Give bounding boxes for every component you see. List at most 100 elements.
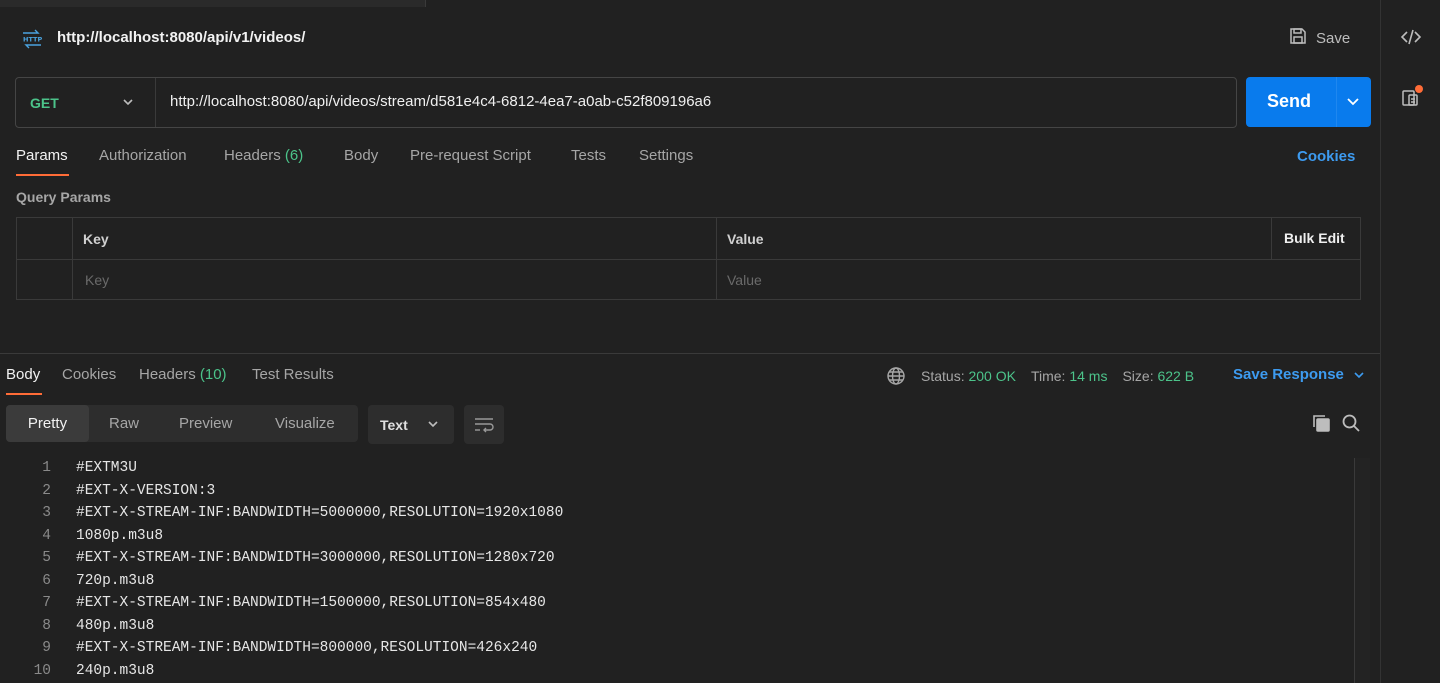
code-line: 1 #EXTM3U: [0, 460, 1350, 483]
time-value[interactable]: 14 ms: [1069, 368, 1107, 384]
tab-body[interactable]: Body: [344, 147, 378, 164]
tab-test-results[interactable]: Test Results: [252, 366, 334, 383]
line-text: 240p.m3u8: [76, 662, 155, 679]
search-icon[interactable]: [1340, 412, 1362, 434]
line-text: 1080p.m3u8: [76, 527, 164, 544]
tab-test-results-label: Test Results: [252, 366, 334, 383]
save-label: Save: [1316, 29, 1351, 47]
line-text: #EXT-X-STREAM-INF:BANDWIDTH=3000000,RESO…: [76, 550, 555, 566]
col-value-header: Value: [727, 231, 764, 247]
code-line: 6 720p.m3u8: [0, 573, 1350, 596]
url-input[interactable]: http://localhost:8080/api/videos/stream/…: [170, 93, 711, 110]
wrap-lines-button[interactable]: [464, 405, 504, 444]
view-raw[interactable]: Raw: [109, 405, 139, 442]
tab-response-body[interactable]: Body: [6, 366, 42, 395]
save-icon: [1288, 26, 1308, 50]
line-number: 5: [42, 550, 51, 566]
tab-headers-label: Headers: [224, 147, 281, 164]
line-text: #EXT-X-STREAM-INF:BANDWIDTH=5000000,RESO…: [76, 505, 564, 521]
active-tab-edge: [0, 0, 426, 7]
right-sidebar: [1380, 0, 1440, 683]
http-icon: HTTP: [20, 28, 44, 50]
chevron-down-icon: [1352, 368, 1366, 382]
code-line: 10 240p.m3u8: [0, 663, 1350, 683]
url-bar: GET http://localhost:8080/api/videos/str…: [15, 77, 1237, 128]
active-tab-indicator: [16, 174, 69, 176]
response-meta: Status: 200 OK Time: 14 ms Size: 622 B: [886, 366, 1194, 386]
request-title[interactable]: http://localhost:8080/api/v1/videos/: [57, 29, 305, 46]
tab-response-cookies-label: Cookies: [62, 366, 117, 383]
line-number: 9: [42, 640, 51, 656]
tab-authorization[interactable]: Authorization: [99, 147, 187, 164]
view-preview[interactable]: Preview: [179, 405, 232, 442]
chevron-down-icon: [426, 417, 440, 431]
table-row: Key Value: [17, 259, 1360, 300]
panel-divider[interactable]: [0, 353, 1380, 354]
copy-icon[interactable]: [1310, 412, 1332, 434]
chevron-down-icon[interactable]: [1344, 92, 1362, 114]
line-text: #EXTM3U: [76, 460, 137, 476]
code-line: 3 #EXT-X-STREAM-INF:BANDWIDTH=5000000,RES…: [0, 505, 1350, 528]
code-icon[interactable]: [1399, 25, 1423, 49]
status-label: Status:: [921, 368, 965, 384]
wrap-icon: [473, 415, 495, 435]
tab-params[interactable]: Params: [16, 147, 69, 176]
globe-icon[interactable]: [886, 366, 906, 386]
tab-headers[interactable]: Headers (6): [224, 147, 303, 164]
query-params-table: Key Value Bulk Edit Key Value: [16, 217, 1361, 300]
line-text: #EXT-X-STREAM-INF:BANDWIDTH=1500000,RESO…: [76, 595, 546, 611]
method-select[interactable]: GET: [16, 78, 156, 127]
size-value[interactable]: 622 B: [1157, 368, 1194, 384]
send-button[interactable]: Send: [1246, 77, 1371, 127]
format-select[interactable]: Text: [368, 405, 454, 444]
tab-prerequest-label: Pre-request Script: [410, 147, 531, 164]
chevron-down-icon: [121, 95, 135, 112]
save-response-label: Save Response: [1233, 366, 1344, 383]
tab-body-label: Body: [344, 147, 379, 164]
line-number: 1: [42, 460, 51, 476]
tab-tests[interactable]: Tests: [571, 147, 606, 164]
send-divider: [1336, 77, 1337, 127]
bulk-edit-button[interactable]: Bulk Edit: [1284, 230, 1345, 246]
editor-scrollbar[interactable]: [1354, 458, 1370, 683]
tab-settings[interactable]: Settings: [639, 147, 693, 164]
method-label: GET: [30, 94, 59, 111]
time-label: Time:: [1030, 368, 1066, 384]
notification-dot: [1415, 85, 1423, 93]
docs-icon[interactable]: [1399, 85, 1423, 109]
code-line: 4 1080p.m3u8: [0, 528, 1350, 551]
svg-text:HTTP: HTTP: [23, 36, 42, 44]
save-button[interactable]: Save: [1288, 26, 1350, 50]
headers-count-badge: (6): [284, 147, 304, 164]
line-text: #EXT-X-VERSION:3: [76, 482, 216, 499]
tab-authorization-label: Authorization: [99, 147, 187, 164]
active-tab-indicator: [6, 393, 42, 395]
status-value[interactable]: 200 OK: [968, 368, 1015, 384]
cookies-link[interactable]: Cookies: [1297, 148, 1355, 165]
response-view-selector: Pretty Raw Preview Visualize: [6, 405, 358, 442]
tab-response-cookies[interactable]: Cookies: [62, 366, 116, 383]
code-line: 9 #EXT-X-STREAM-INF:BANDWIDTH=800000,RESO…: [0, 640, 1350, 663]
response-body-editor[interactable]: 1 #EXTM3U 2 #EXT-X-VERSION:3 3 #EXT-X-STREA…: [0, 456, 1372, 683]
view-pretty[interactable]: Pretty: [6, 405, 89, 442]
code-line: 2 #EXT-X-VERSION:3: [0, 483, 1350, 506]
tab-response-headers[interactable]: Headers (10): [139, 366, 227, 383]
save-response-button[interactable]: Save Response: [1233, 366, 1366, 383]
request-header: HTTP http://localhost:8080/api/v1/videos…: [0, 14, 1380, 62]
line-number: 4: [42, 527, 51, 544]
key-input[interactable]: Key: [85, 272, 109, 288]
line-text: 480p.m3u8: [76, 617, 155, 634]
size-label: Size:: [1122, 368, 1154, 384]
code-line: 7 #EXT-X-STREAM-INF:BANDWIDTH=1500000,RES…: [0, 595, 1350, 618]
value-input[interactable]: Value: [727, 272, 762, 288]
tab-prerequest-script[interactable]: Pre-request Script: [410, 147, 531, 164]
view-visualize[interactable]: Visualize: [275, 405, 335, 442]
tab-response-body-label: Body: [6, 366, 41, 383]
top-tab-strip: [0, 0, 1380, 7]
line-text: 720p.m3u8: [76, 572, 155, 589]
line-number: 3: [42, 505, 51, 521]
col-key-header: Key: [83, 231, 109, 247]
line-number: 8: [42, 617, 51, 634]
line-number: 2: [42, 482, 51, 499]
tab-params-label: Params: [16, 147, 68, 164]
